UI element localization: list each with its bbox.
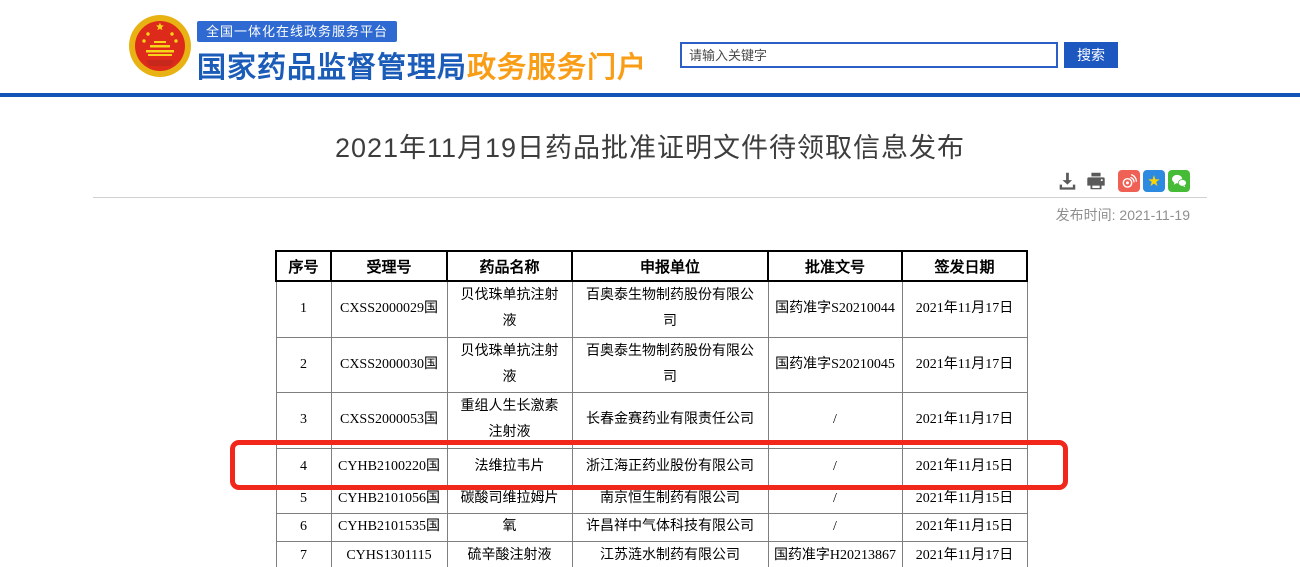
site-title: 国家药品监督管理局政务服务门户 [197,44,647,86]
table-cell: 4 [275,447,332,486]
table-cell: / [767,512,903,542]
table-cell: CYHB2101056国 [330,484,448,514]
table-cell: CYHS1301115 [330,540,448,567]
site-brand-link[interactable]: 全国一体化在线政务服务平台 国家药品监督管理局政务服务门户 [128,14,647,86]
table-cell: 2021年11月15日 [901,447,1028,486]
table-cell: CYHB2100220国 [330,447,448,486]
table-cell: CXSS2000029国 [330,280,448,338]
table-cell: 国药准字H20213867 [767,540,903,567]
table-cell: 7 [275,540,332,567]
weibo-share-icon[interactable] [1118,170,1140,192]
publish-time-value: 2021-11-19 [1119,207,1190,223]
column-header: 签发日期 [901,250,1028,282]
table-cell: 法维拉韦片 [446,447,573,486]
table-row: 6 CYHB2101535国氧许昌祥中气体科技有限公司/2021年11月15日 [275,512,1028,542]
table-row: 3 CXSS2000053国 重组人生长激素注射液 长春金赛药业有限责任公司/2021… [275,391,1028,449]
table-cell: 百奥泰生物制药股份有限公司 [571,280,769,338]
table-cell: 2021年11月17日 [901,336,1028,393]
table-cell: CXSS2000030国 [330,336,448,393]
print-icon[interactable] [1085,170,1107,192]
table-row: 7 CYHS1301115 硫辛酸注射液 江苏涟水制药有限公司 国药准字H2021386… [275,540,1028,567]
table-cell: 2021年11月15日 [901,512,1028,542]
wechat-share-icon[interactable] [1168,170,1190,192]
table-cell: 浙江海正药业股份有限公司 [571,447,769,486]
table-row: 5 CYHB2101056国 碳酸司维拉姆片 南京恒生制药有限公司/2021年11月1… [275,484,1028,514]
table-row: 2 CXSS2000030国 贝伐珠单抗注射液 百奥泰生物制药股份有限公司 国药准字S2… [275,336,1028,393]
table-cell: 3 [275,391,332,449]
table-cell: 重组人生长激素注射液 [446,391,573,449]
column-header: 批准文号 [767,250,903,282]
article-title: 2021年11月19日药品批准证明文件待领取信息发布 [334,133,966,163]
table-cell: 2021年11月17日 [901,540,1028,567]
table-cell: / [767,391,903,449]
table-cell: 贝伐珠单抗注射液 [446,336,573,393]
site-name: 国家药品监督管理局 [197,52,468,84]
table-cell: CYHB2101535国 [330,512,448,542]
table-cell: 长春金赛药业有限责任公司 [571,391,769,449]
table-cell: 贝伐珠单抗注射液 [446,280,573,338]
table-cell: CXSS2000053国 [330,391,448,449]
table-cell: 氧 [446,512,573,542]
table-cell: 2 [275,336,332,393]
table-cell: 5 [275,484,332,514]
search-button[interactable]: 搜索 [1064,42,1118,68]
column-header: 受理号 [330,250,448,282]
table-cell: 2021年11月17日 [901,280,1028,338]
share-toolbar: ★ [1056,170,1190,192]
download-icon[interactable] [1056,170,1078,192]
table-cell: 江苏涟水制药有限公司 [571,540,769,567]
table-cell: 6 [275,512,332,542]
column-header: 申报单位 [571,250,769,282]
page: 全国一体化在线政务服务平台 国家药品监督管理局政务服务门户 搜索 2021年11… [0,0,1300,567]
brand-text: 全国一体化在线政务服务平台 国家药品监督管理局政务服务门户 [197,14,647,86]
national-emblem-logo [129,15,191,77]
table-header-row: 序号 受理号 药品名称 申报单位 批准文号 签发日期 [275,250,1028,282]
table-cell: 碳酸司维拉姆片 [446,484,573,514]
site-header: 全国一体化在线政务服务平台 国家药品监督管理局政务服务门户 搜索 [0,0,1300,93]
table-cell: / [767,447,903,486]
platform-badge: 全国一体化在线政务服务平台 [197,21,398,42]
table-row: 4 CYHB2100220国 法维拉韦片 浙江海正药业股份有限公司/2021年11月1… [275,447,1028,486]
publish-time: 发布时间: 2021-11-19 [1056,205,1190,225]
header-rule [0,93,1300,97]
table-cell: 2021年11月15日 [901,484,1028,514]
table-body: 1 CXSS2000029国 贝伐珠单抗注射液 百奥泰生物制药股份有限公司 国药准字S2… [275,280,1028,567]
table-cell: 许昌祥中气体科技有限公司 [571,512,769,542]
content-divider [93,197,1207,198]
table-cell: 国药准字S20210045 [767,336,903,393]
table-cell: 南京恒生制药有限公司 [571,484,769,514]
column-header: 药品名称 [446,250,573,282]
column-header: 序号 [275,250,332,282]
table-cell: 2021年11月17日 [901,391,1028,449]
table-cell: 国药准字S20210044 [767,280,903,338]
table-cell: 硫辛酸注射液 [446,540,573,567]
qzone-share-icon[interactable]: ★ [1143,170,1165,192]
publish-time-label: 发布时间: [1055,207,1116,223]
table-cell: 百奥泰生物制药股份有限公司 [571,336,769,393]
table-row: 1 CXSS2000029国 贝伐珠单抗注射液 百奥泰生物制药股份有限公司 国药准字S2… [275,280,1028,338]
table-cell: 1 [275,280,332,338]
table-cell: / [767,484,903,514]
portal-name: 政务服务门户 [467,52,648,84]
search-input[interactable] [680,42,1058,68]
approval-table: 序号 受理号 药品名称 申报单位 批准文号 签发日期 1 CXSS2000029国 贝伐珠单抗… [275,250,1028,567]
